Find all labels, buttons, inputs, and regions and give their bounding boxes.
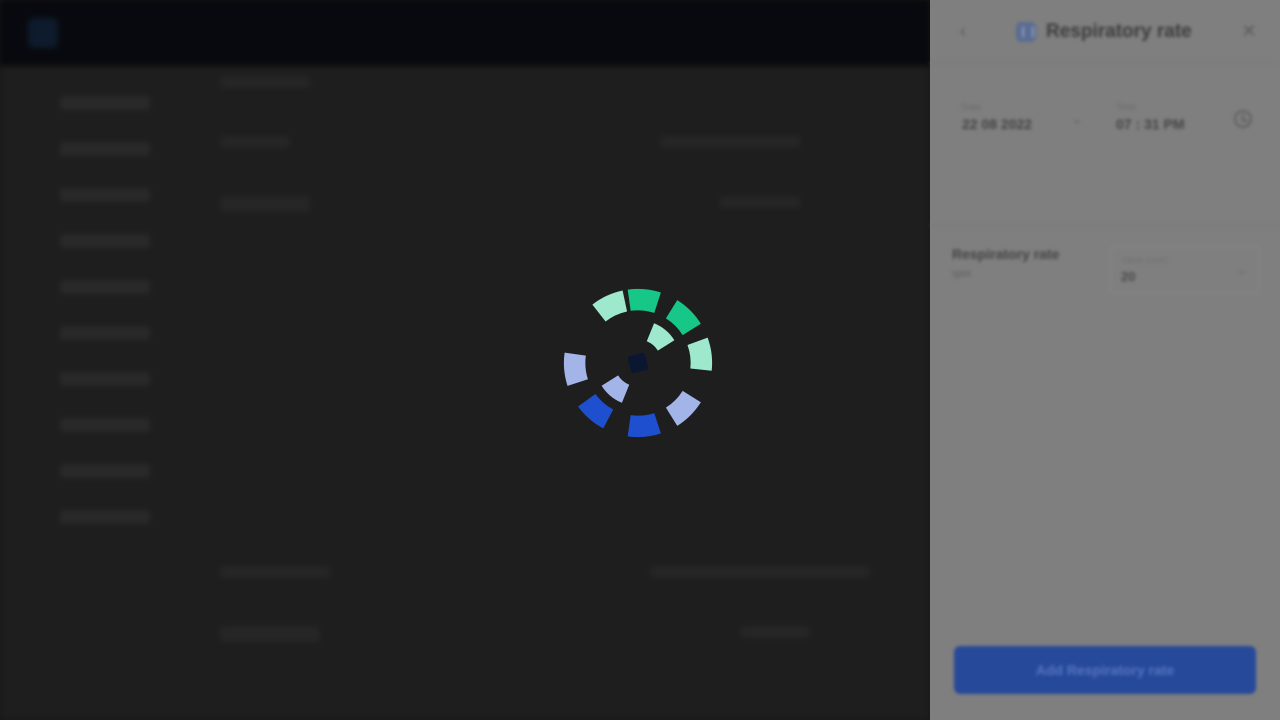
spinner-core [627, 352, 649, 374]
spinner-inner-petal [646, 323, 675, 351]
measure-labels: Respiratory rate rpm [952, 246, 1110, 294]
time-value: 07 : 31 PM [1116, 116, 1185, 132]
spinner-petal [665, 390, 701, 426]
panel-title-group: Respiratory rate [1016, 21, 1238, 43]
chevron-down-icon: ⌄ [1236, 263, 1247, 277]
respiratory-rate-row: Respiratory rate rpm Value (rpm) 20 ⌄ [930, 226, 1280, 294]
respiratory-rate-select[interactable]: Value (rpm) 20 ⌄ [1110, 246, 1260, 294]
loading-spinner-icon [563, 288, 713, 438]
select-label: Value (rpm) [1121, 255, 1168, 265]
spinner-inner-petal [601, 375, 630, 403]
time-label: Time [1116, 102, 1136, 112]
spinner-petal [687, 337, 713, 371]
spinner-petal [563, 352, 588, 386]
lungs-icon [1016, 21, 1036, 42]
clock-icon [1234, 110, 1252, 128]
date-label: Date [962, 102, 982, 112]
panel-header: ‹ Respiratory rate ✕ [930, 0, 1280, 64]
respiratory-rate-panel: ‹ Respiratory rate ✕ Date 22 08 2022 ⌄ T… [930, 0, 1280, 720]
spinner-petal [627, 288, 661, 313]
close-icon[interactable]: ✕ [1238, 21, 1260, 43]
add-respiratory-rate-button[interactable]: Add Respiratory rate [954, 646, 1256, 694]
loading-overlay [0, 0, 930, 720]
select-value: 20 [1121, 269, 1136, 284]
back-icon[interactable]: ‹ [952, 21, 974, 43]
measure-unit: rpm [952, 268, 971, 280]
date-time-row: Date 22 08 2022 ⌄ Time 07 : 31 PM [930, 64, 1280, 226]
spinner-petal [627, 413, 661, 438]
panel-title: Respiratory rate [1046, 20, 1192, 42]
date-field[interactable]: Date 22 08 2022 ⌄ [952, 94, 1106, 144]
spinner-petal [578, 393, 614, 429]
spinner-petal [665, 300, 701, 336]
measure-name: Respiratory rate [952, 246, 1060, 262]
time-field[interactable]: Time 07 : 31 PM [1106, 94, 1260, 144]
spinner-petal [592, 290, 628, 322]
spinner-center [627, 352, 649, 374]
chevron-down-icon: ⌄ [1071, 112, 1082, 126]
